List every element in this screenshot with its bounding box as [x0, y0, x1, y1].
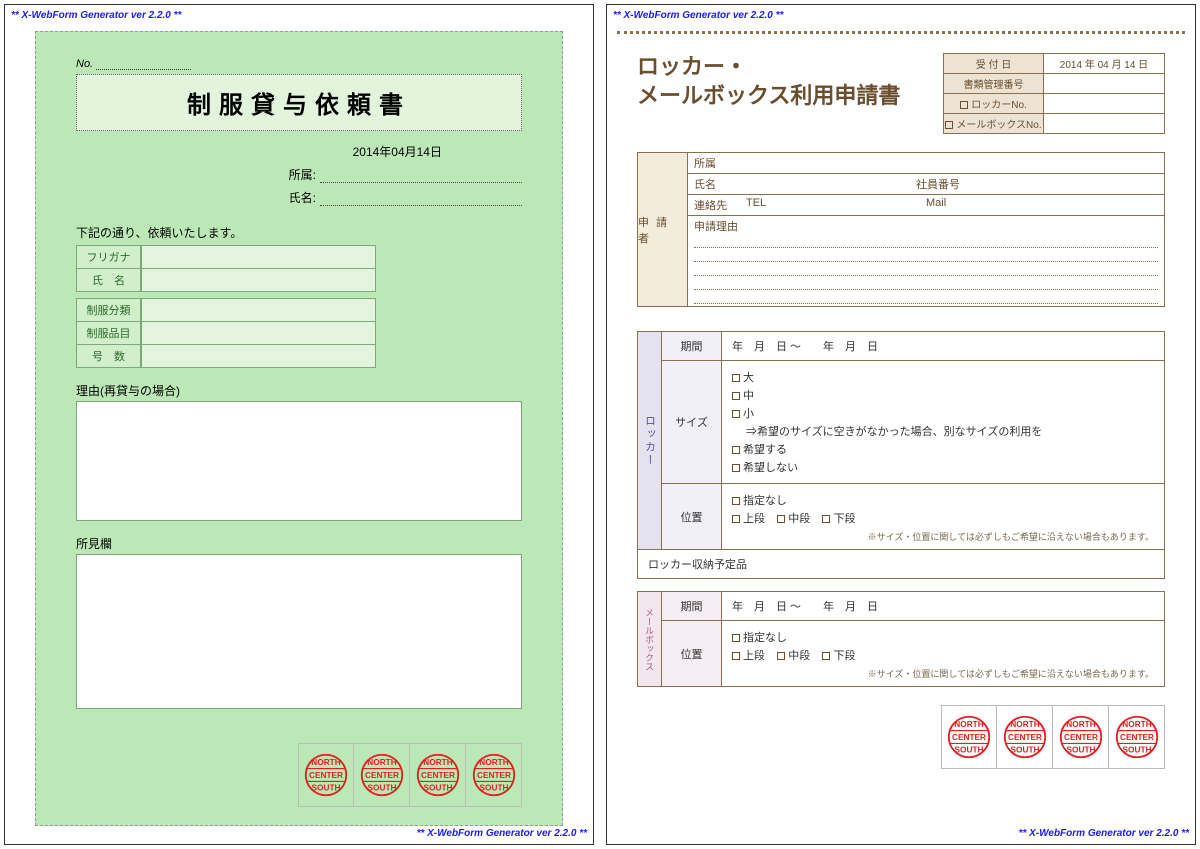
- admin-table: 受 付 日2014 年 04 月 14 日 書類管理番号 ロッカーNo. メール…: [943, 53, 1165, 134]
- row-furigana: フリガナ: [76, 245, 376, 269]
- applicant-side-label: 申 請 者: [638, 153, 688, 306]
- applicant-affiliation: 所属: [688, 153, 1164, 174]
- no-field: No.: [76, 58, 522, 70]
- watermark-bottom: ** X-WebForm Generator ver 2.2.0 **: [1019, 828, 1189, 839]
- checkbox-icon: [732, 634, 740, 642]
- locker-side-label: ロッカー: [638, 332, 662, 549]
- stamp-row-right: NORTH CENTER SOUTH NORTH CENTER SOUTH NO…: [637, 705, 1165, 769]
- checkbox-icon: [960, 101, 968, 109]
- watermark-top: ** X-WebForm Generator ver 2.2.0 **: [11, 10, 181, 21]
- locker-size: サイズ 大 中 小 ⇒希望のサイズに空きがなかった場合、別なサイズの利用を 希望…: [662, 361, 1164, 484]
- stamp-cell: NORTH CENTER SOUTH: [354, 743, 410, 807]
- mailbox-position: 位置 指定なし 上段 中段 下段 ※サイズ・位置に関しては必ずしもご希望に沿えな…: [662, 621, 1164, 686]
- checkbox-icon: [732, 410, 740, 418]
- intro-text: 下記の通り、依頼いたします。: [76, 224, 522, 241]
- svg-text:SOUTH: SOUTH: [1010, 746, 1039, 755]
- name-field: 氏名:: [76, 189, 522, 206]
- svg-text:NORTH: NORTH: [367, 758, 396, 767]
- watermark-bottom: ** X-WebForm Generator ver 2.2.0 **: [417, 828, 587, 839]
- checkbox-icon: [822, 652, 830, 660]
- applicant-box: 申 請 者 所属 氏名社員番号 連絡先TELMail 申請理由: [637, 152, 1165, 307]
- svg-text:SOUTH: SOUTH: [423, 784, 452, 793]
- checkbox-icon: [732, 446, 740, 454]
- svg-text:CENTER: CENTER: [1064, 733, 1098, 742]
- form-locker-request: ** X-WebForm Generator ver 2.2.0 ** ** X…: [606, 4, 1196, 845]
- stamp-cell: NORTH CENTER SOUTH: [1053, 705, 1109, 769]
- svg-text:NORTH: NORTH: [1122, 720, 1151, 729]
- checkbox-icon: [822, 515, 830, 523]
- stamp-cell: NORTH CENTER SOUTH: [466, 743, 522, 807]
- svg-text:NORTH: NORTH: [1010, 720, 1039, 729]
- svg-text:NORTH: NORTH: [479, 758, 508, 767]
- svg-text:CENTER: CENTER: [1008, 733, 1042, 742]
- svg-text:SOUTH: SOUTH: [312, 784, 341, 793]
- comment-area[interactable]: [76, 554, 522, 709]
- svg-text:NORTH: NORTH: [423, 758, 452, 767]
- applicant-contact: 連絡先TELMail: [688, 195, 1164, 216]
- mailbox-period: 期間 年 月 日 〜 年 月 日: [662, 592, 1164, 621]
- checkbox-icon: [732, 497, 740, 505]
- checkbox-icon: [945, 121, 953, 129]
- stamp-cell: NORTH CENTER SOUTH: [941, 705, 997, 769]
- svg-text:SOUTH: SOUTH: [1066, 746, 1095, 755]
- comment-label: 所見欄: [76, 535, 522, 552]
- row-size: 号 数: [76, 345, 376, 368]
- row-item: 制服品目: [76, 322, 376, 345]
- request-table: フリガナ 氏 名 制服分類 制服品目 号 数: [76, 245, 376, 368]
- stamp-row-left: NORTH CENTER SOUTH NORTH CENTER SOUTH NO…: [76, 743, 522, 807]
- svg-text:CENTER: CENTER: [952, 733, 986, 742]
- svg-text:SOUTH: SOUTH: [955, 746, 984, 755]
- form-body: No. 制服貸与依頼書 2014年04月14日 所属: 氏名: 下記の通り、依頼…: [35, 31, 563, 826]
- row-category: 制服分類: [76, 298, 376, 322]
- locker-storage[interactable]: ロッカー収納予定品: [637, 550, 1165, 579]
- checkbox-icon: [732, 392, 740, 400]
- checkbox-icon: [777, 515, 785, 523]
- row-name: 氏 名: [76, 269, 376, 292]
- stamp-cell: NORTH CENTER SOUTH: [997, 705, 1053, 769]
- svg-text:CENTER: CENTER: [477, 771, 511, 780]
- svg-text:CENTER: CENTER: [1120, 733, 1154, 742]
- svg-text:CENTER: CENTER: [365, 771, 399, 780]
- form-date: 2014年04月14日: [76, 143, 522, 160]
- page-canvas: ** X-WebForm Generator ver 2.2.0 ** ** X…: [0, 0, 1200, 849]
- reason-label: 理由(再貸与の場合): [76, 382, 522, 399]
- svg-text:SOUTH: SOUTH: [1122, 746, 1151, 755]
- perforation-line: [617, 31, 1185, 34]
- form-uniform-request: ** X-WebForm Generator ver 2.2.0 ** ** X…: [4, 4, 594, 845]
- watermark-top: ** X-WebForm Generator ver 2.2.0 **: [613, 10, 783, 21]
- applicant-name: 氏名社員番号: [688, 174, 1164, 195]
- svg-text:SOUTH: SOUTH: [367, 784, 396, 793]
- locker-position: 位置 指定なし 上段 中段 下段 ※サイズ・位置に関しては必ずしもご希望に沿えな…: [662, 484, 1164, 549]
- checkbox-icon: [732, 464, 740, 472]
- header-row: ロッカー・ メールボックス利用申請書 受 付 日2014 年 04 月 14 日…: [637, 53, 1165, 134]
- stamp-cell: NORTH CENTER SOUTH: [298, 743, 354, 807]
- checkbox-icon: [732, 515, 740, 523]
- svg-text:NORTH: NORTH: [1066, 720, 1095, 729]
- mailbox-side-label: メールボックス: [638, 592, 662, 686]
- checkbox-icon: [732, 374, 740, 382]
- checkbox-icon: [732, 652, 740, 660]
- form-title: 制服貸与依頼書: [76, 74, 522, 131]
- svg-text:NORTH: NORTH: [954, 720, 983, 729]
- svg-text:SOUTH: SOUTH: [479, 784, 508, 793]
- locker-box: ロッカー 期間 年 月 日 〜 年 月 日 サイズ 大 中 小 ⇒希望のサイズに…: [637, 331, 1165, 550]
- locker-period: 期間 年 月 日 〜 年 月 日: [662, 332, 1164, 361]
- affiliation-field: 所属:: [76, 166, 522, 183]
- stamp-cell: NORTH CENTER SOUTH: [410, 743, 466, 807]
- mailbox-box: メールボックス 期間 年 月 日 〜 年 月 日 位置 指定なし 上段 中段 下…: [637, 591, 1165, 687]
- no-label: No.: [76, 58, 93, 70]
- svg-text:CENTER: CENTER: [309, 771, 343, 780]
- reason-area[interactable]: [76, 401, 522, 521]
- svg-text:NORTH: NORTH: [311, 758, 340, 767]
- svg-text:CENTER: CENTER: [421, 771, 455, 780]
- form-title: ロッカー・ メールボックス利用申請書: [637, 53, 943, 134]
- checkbox-icon: [777, 652, 785, 660]
- applicant-reason[interactable]: 申請理由: [688, 216, 1164, 306]
- stamp-cell: NORTH CENTER SOUTH: [1109, 705, 1165, 769]
